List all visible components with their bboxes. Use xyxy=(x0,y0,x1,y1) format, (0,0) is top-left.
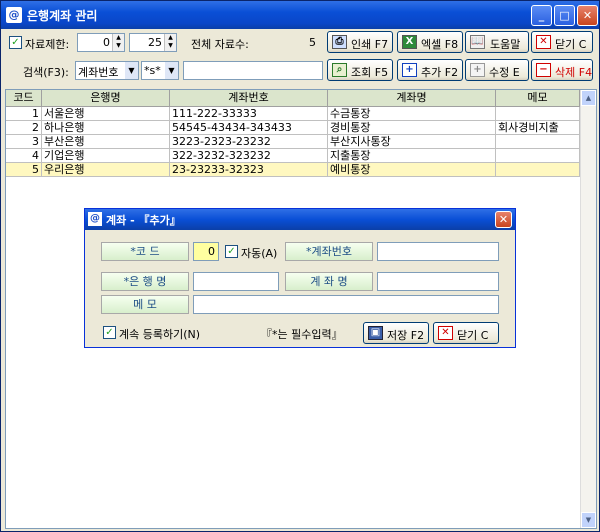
dialog-close-action-button[interactable]: ✕ 닫기 C xyxy=(433,322,499,344)
save-icon: ▣ xyxy=(368,326,383,340)
table-row-selected[interactable]: 5 우리은행 23-23233-32323 예비통장 xyxy=(6,163,580,177)
dialog-title: 계좌 - 『추가』 xyxy=(106,214,181,227)
add-button[interactable]: + 추가 F2 xyxy=(397,59,463,81)
plus-icon: + xyxy=(470,63,485,77)
app-icon: @ xyxy=(6,7,22,23)
bank-name-input[interactable] xyxy=(193,272,279,291)
continue-label: 계속 등록하기(N) xyxy=(119,328,201,341)
edit-button[interactable]: + 수정 E xyxy=(465,59,529,81)
search-icon: ⌕ xyxy=(332,63,347,77)
dialog-close-button[interactable]: ✕ xyxy=(495,211,512,228)
toolbar: ✓ 자료제한: 0 ▲ ▼ 25 ▲ ▼ 전체 자료수: 5 ⎙ 인쇄 F7 X 엑… xyxy=(3,31,597,55)
scroll-down-icon[interactable]: ▼ xyxy=(581,512,596,528)
chevron-down-icon[interactable]: ▼ xyxy=(165,62,178,79)
column-header[interactable]: 메모 xyxy=(496,90,580,107)
total-value: 5 xyxy=(309,36,316,49)
column-header[interactable]: 코드 xyxy=(6,90,42,107)
auto-label: 자동(A) xyxy=(241,247,278,260)
chevron-down-icon[interactable]: ▼ xyxy=(125,62,138,79)
search-field-select[interactable]: 계좌번호 ▼ xyxy=(75,61,139,80)
window-title: 은행계좌 관리 xyxy=(27,9,98,23)
table-row[interactable]: 1 서울은행 111-222-33333 수금통장 xyxy=(6,107,580,121)
print-button[interactable]: ⎙ 인쇄 F7 xyxy=(327,31,393,53)
book-icon: 📖 xyxy=(470,35,485,49)
table-header: 코드 은행명 계좌번호 계좌명 메모 xyxy=(6,90,580,107)
excel-icon: X xyxy=(402,35,417,49)
table-row[interactable]: 2 하나은행 54545-43434-343433 경비통장 회사경비지출 xyxy=(6,121,580,135)
save-button[interactable]: ▣ 저장 F2 xyxy=(363,322,429,344)
help-button[interactable]: 📖 도움말 xyxy=(465,31,529,53)
code-label: *코 드 xyxy=(101,242,189,261)
limit-to-stepper[interactable]: 25 ▲ ▼ xyxy=(129,33,177,52)
search-mode-select[interactable]: *s* ▼ xyxy=(141,61,179,80)
limit-to-value: 25 xyxy=(148,36,162,49)
bank-name-label: *은 행 명 xyxy=(101,272,189,291)
column-header[interactable]: 계좌명 xyxy=(328,90,496,107)
spin-arrows-icon[interactable]: ▲ ▼ xyxy=(164,34,176,51)
code-input[interactable]: 0 xyxy=(193,242,219,261)
memo-label: 메 모 xyxy=(101,295,189,314)
main-window: @ 은행계좌 관리 _ □ ✕ ✓ 자료제한: 0 ▲ ▼ 25 ▲ ▼ 전체 자료… xyxy=(0,0,600,532)
minus-icon: − xyxy=(536,63,551,77)
limit-from-stepper[interactable]: 0 ▲ ▼ xyxy=(77,33,125,52)
excel-button[interactable]: X 엑셀 F8 xyxy=(397,31,463,53)
account-name-input[interactable] xyxy=(377,272,499,291)
find-button[interactable]: ⌕ 조회 F5 xyxy=(327,59,393,81)
scroll-up-icon[interactable]: ▲ xyxy=(581,90,596,106)
add-account-dialog: @ 계좌 - 『추가』 ✕ *코 드 0 ✓ 자동(A) *계좌번호 *은 행 … xyxy=(84,208,516,348)
vertical-scrollbar[interactable]: ▲ ▼ xyxy=(580,90,596,528)
required-note: 『*는 필수입력』 xyxy=(261,328,343,341)
column-header[interactable]: 은행명 xyxy=(42,90,170,107)
app-icon: @ xyxy=(88,212,102,226)
limit-checkbox[interactable]: ✓ xyxy=(9,36,22,49)
limit-label: 자료제한: xyxy=(25,38,70,51)
dialog-title-bar[interactable]: @ 계좌 - 『추가』 ✕ xyxy=(85,209,515,230)
close-icon: ✕ xyxy=(438,326,453,340)
close-button[interactable]: ✕ 닫기 C xyxy=(531,31,593,53)
auto-checkbox[interactable]: ✓ xyxy=(225,245,238,258)
close-window-button[interactable]: ✕ xyxy=(577,5,598,26)
account-name-label: 계 좌 명 xyxy=(285,272,373,291)
search-input[interactable] xyxy=(183,61,323,80)
printer-icon: ⎙ xyxy=(332,35,347,49)
plus-icon: + xyxy=(402,63,417,77)
close-icon: ✕ xyxy=(536,35,551,49)
column-header[interactable]: 계좌번호 xyxy=(170,90,328,107)
memo-input[interactable] xyxy=(193,295,499,314)
limit-from-value: 0 xyxy=(103,36,110,49)
table-row[interactable]: 4 기업은행 322-3232-323232 지출통장 xyxy=(6,149,580,163)
delete-button[interactable]: − 삭제 F4 xyxy=(531,59,593,81)
minimize-button[interactable]: _ xyxy=(531,5,552,26)
account-number-label: *계좌번호 xyxy=(285,242,373,261)
maximize-button[interactable]: □ xyxy=(554,5,575,26)
spin-arrows-icon[interactable]: ▲ ▼ xyxy=(112,34,124,51)
continue-checkbox[interactable]: ✓ xyxy=(103,326,116,339)
table-row[interactable]: 3 부산은행 3223-2323-23232 부산지사통장 xyxy=(6,135,580,149)
search-label: 검색(F3): xyxy=(23,66,69,79)
account-number-input[interactable] xyxy=(377,242,499,261)
title-bar[interactable]: @ 은행계좌 관리 _ □ ✕ xyxy=(1,1,599,29)
search-bar: 검색(F3): 계좌번호 ▼ *s* ▼ ⌕ 조회 F5 + 추가 F2 + 수… xyxy=(3,59,597,83)
total-label: 전체 자료수: xyxy=(191,38,249,51)
